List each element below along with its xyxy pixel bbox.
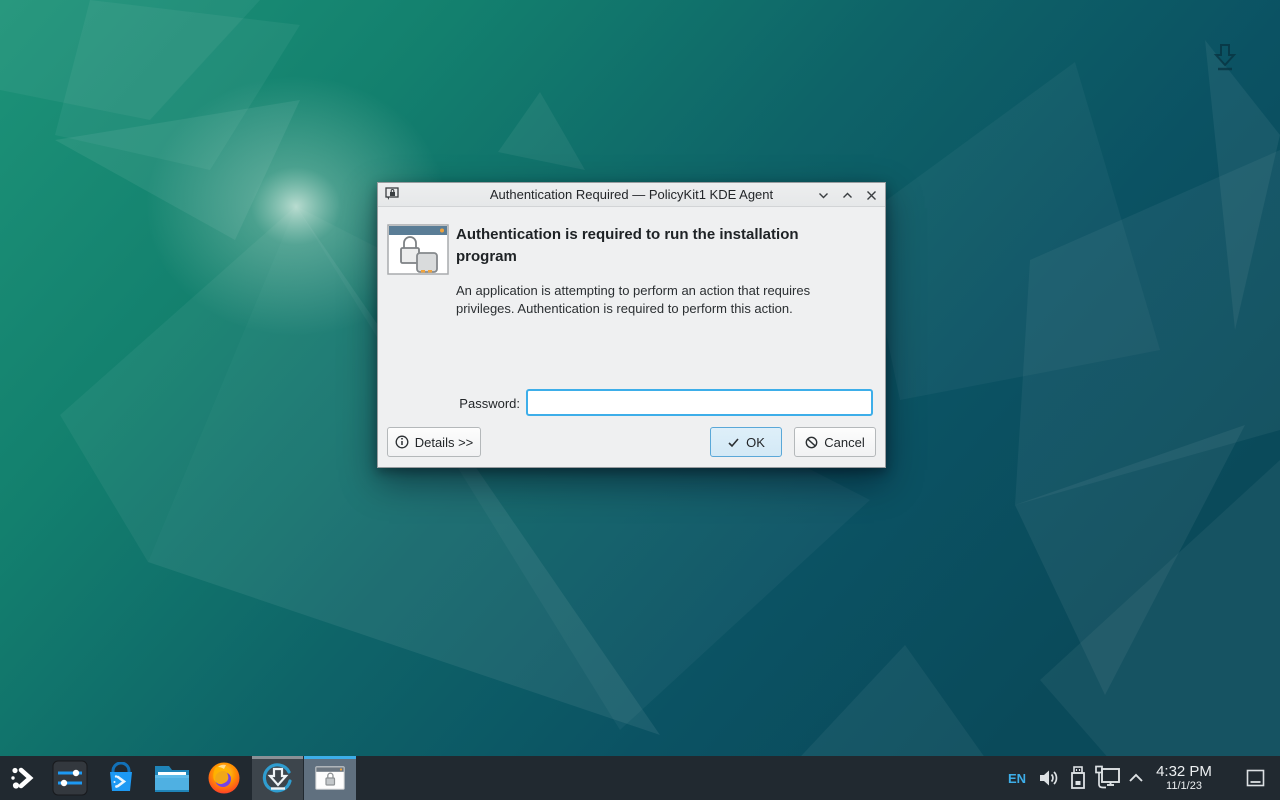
show-desktop-button[interactable]	[1238, 756, 1272, 800]
usb-device-icon	[1068, 765, 1088, 791]
taskbar-discover[interactable]	[101, 756, 141, 800]
close-icon	[865, 189, 878, 202]
close-button[interactable]	[864, 188, 879, 203]
chevron-up-icon	[841, 189, 854, 202]
task-open-indicator	[252, 756, 303, 759]
ok-button-label: OK	[746, 435, 765, 450]
task-authentication-dialog[interactable]	[304, 756, 356, 800]
discover-icon	[105, 762, 137, 794]
check-icon	[727, 436, 740, 449]
volume-icon	[1037, 767, 1059, 789]
cancel-button-label: Cancel	[824, 435, 864, 450]
expand-tray-icon	[1127, 771, 1145, 785]
details-button-label: Details >>	[415, 435, 474, 450]
dialog-title: Authentication Required — PolicyKit1 KDE…	[378, 187, 885, 202]
minimize-button[interactable]	[816, 188, 831, 203]
keyboard-layout-label: EN	[1008, 771, 1026, 786]
dialog-titlebar[interactable]: Authentication Required — PolicyKit1 KDE…	[378, 183, 885, 207]
installer-icon	[262, 762, 294, 794]
auth-window-icon	[315, 766, 345, 790]
details-button[interactable]: Details >>	[387, 427, 481, 457]
taskbar-system-settings[interactable]	[50, 756, 90, 800]
password-label: Password:	[436, 396, 520, 411]
cancel-icon	[805, 436, 818, 449]
auth-dialog-icon	[387, 224, 449, 277]
installer-desktop-shortcut[interactable]	[1206, 36, 1244, 78]
clock-time: 4:32 PM	[1156, 763, 1212, 780]
cancel-button[interactable]: Cancel	[794, 427, 876, 457]
digital-clock[interactable]: 4:32 PM 11/1/23	[1146, 756, 1222, 800]
system-settings-icon	[52, 760, 88, 796]
app-launcher-button[interactable]	[4, 756, 42, 800]
chevron-down-icon	[817, 189, 830, 202]
network-icon	[1094, 765, 1122, 791]
volume-tray-item[interactable]	[1034, 756, 1062, 800]
expand-tray-button[interactable]	[1124, 756, 1148, 800]
ok-button[interactable]: OK	[710, 427, 782, 457]
keyboard-layout-indicator[interactable]: EN	[1002, 756, 1032, 800]
password-input[interactable]	[526, 389, 873, 416]
kickoff-launcher-icon	[9, 764, 37, 792]
clock-date: 11/1/23	[1166, 780, 1202, 793]
dolphin-icon	[153, 762, 191, 794]
info-icon	[395, 435, 409, 449]
taskbar-firefox[interactable]	[203, 756, 245, 800]
auth-dialog: Authentication Required — PolicyKit1 KDE…	[377, 182, 886, 468]
taskbar-panel: EN	[0, 756, 1280, 800]
dialog-message: An application is attempting to perform …	[456, 282, 852, 318]
window-controls	[816, 183, 879, 207]
show-desktop-widget	[1246, 769, 1265, 787]
removable-device-tray-item[interactable]	[1064, 756, 1092, 800]
firefox-icon	[206, 760, 242, 796]
task-installer[interactable]	[252, 756, 303, 800]
maximize-button[interactable]	[840, 188, 855, 203]
task-active-indicator	[304, 756, 356, 759]
network-tray-item[interactable]	[1092, 756, 1124, 800]
download-icon	[1213, 42, 1237, 72]
taskbar-dolphin[interactable]	[151, 756, 193, 800]
desktop: Authentication Required — PolicyKit1 KDE…	[0, 0, 1280, 800]
dialog-heading: Authentication is required to run the in…	[456, 224, 854, 268]
